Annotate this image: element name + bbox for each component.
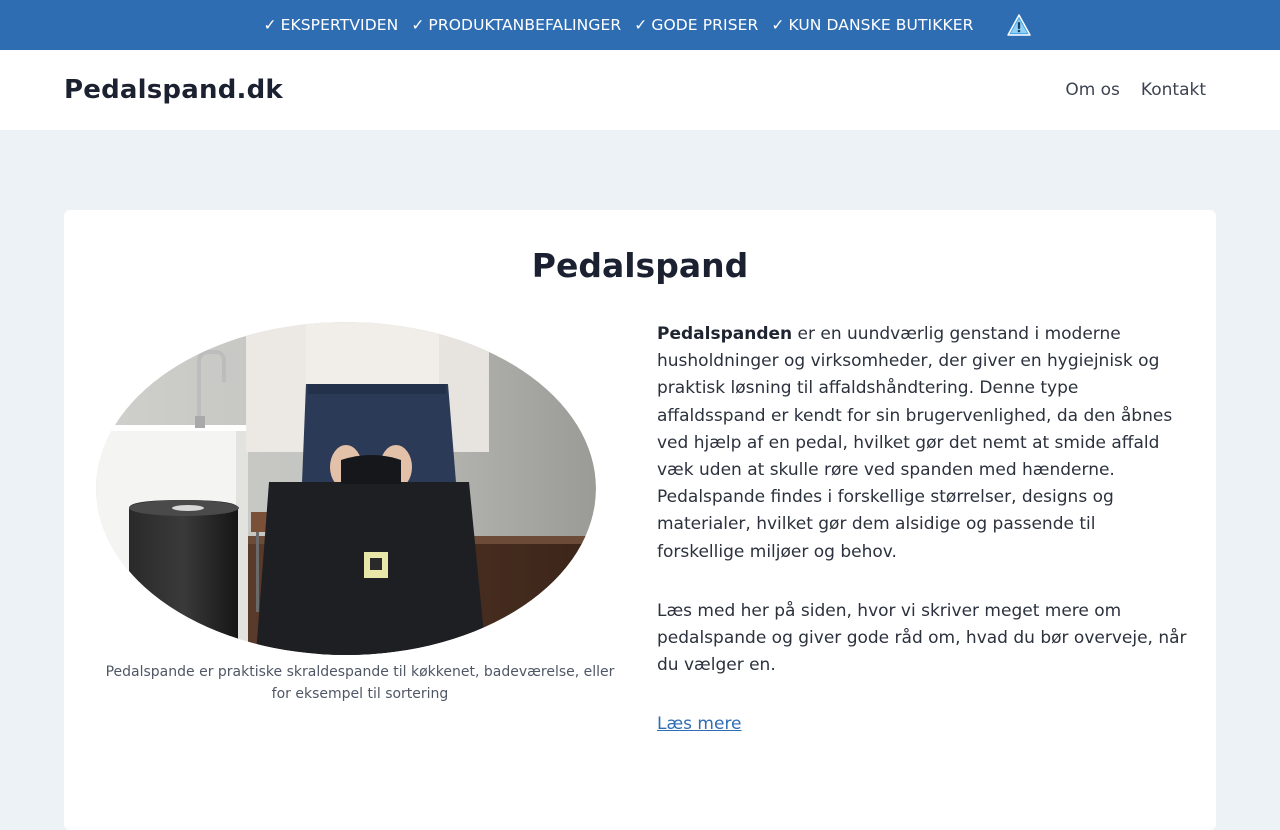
second-paragraph: Læs med her på siden, hvor vi skriver me…: [657, 600, 1187, 676]
usp-item: ✓ GODE PRISER: [634, 16, 758, 34]
intro-body: er en uundværlig genstand i moderne hush…: [657, 324, 1173, 562]
checkmark-icon: ✓: [263, 16, 277, 34]
usp-item: ✓ PRODUKTANBEFALINGER: [411, 16, 621, 34]
nav-link-om-os[interactable]: Om os: [1065, 80, 1120, 100]
warning-icon[interactable]: [1006, 14, 1031, 36]
intro-paragraph: Pedalspanden er en uundværlig genstand i…: [657, 321, 1187, 566]
checkmark-icon: ✓: [411, 16, 425, 34]
usp-label: GODE PRISER: [651, 16, 759, 34]
intro-text: Pedalspanden er en uundværlig genstand i…: [657, 321, 1187, 739]
intro-bold-term: Pedalspanden: [657, 324, 793, 344]
usp-label: KUN DANSKE BUTIKKER: [788, 16, 974, 34]
hero-figure: Pedalspande er praktiske skraldespande t…: [96, 322, 624, 705]
usp-label: EKSPERTVIDEN: [280, 16, 399, 34]
announcement-bar: ✓ EKSPERTVIDEN ✓ PRODUKTANBEFALINGER ✓ GODE…: [0, 0, 1280, 50]
usp-item: ✓ EKSPERTVIDEN: [263, 16, 398, 34]
page-title: Pedalspand: [531, 246, 749, 285]
main-nav: Om os Kontakt: [1044, 80, 1206, 100]
usp-item: ✓ KUN DANSKE BUTIKKER: [771, 16, 973, 34]
site-logo[interactable]: Pedalspand.dk: [64, 75, 283, 105]
nav-link-kontakt[interactable]: Kontakt: [1141, 80, 1206, 100]
usp-label: PRODUKTANBEFALINGER: [428, 16, 622, 34]
checkmark-icon: ✓: [634, 16, 648, 34]
pedal-bin-photo: [96, 322, 596, 655]
image-caption: Pedalspande er praktiske skraldespande t…: [105, 664, 615, 702]
usp-list: ✓ EKSPERTVIDEN ✓ PRODUKTANBEFALINGER ✓ GODE…: [263, 16, 986, 34]
checkmark-icon: ✓: [771, 16, 785, 34]
site-header: Pedalspand.dk Om os Kontakt: [0, 50, 1280, 130]
read-more-link[interactable]: Læs mere: [657, 714, 742, 734]
content-card: Pedalspand Pedalspande er praktiske skra…: [64, 210, 1216, 830]
